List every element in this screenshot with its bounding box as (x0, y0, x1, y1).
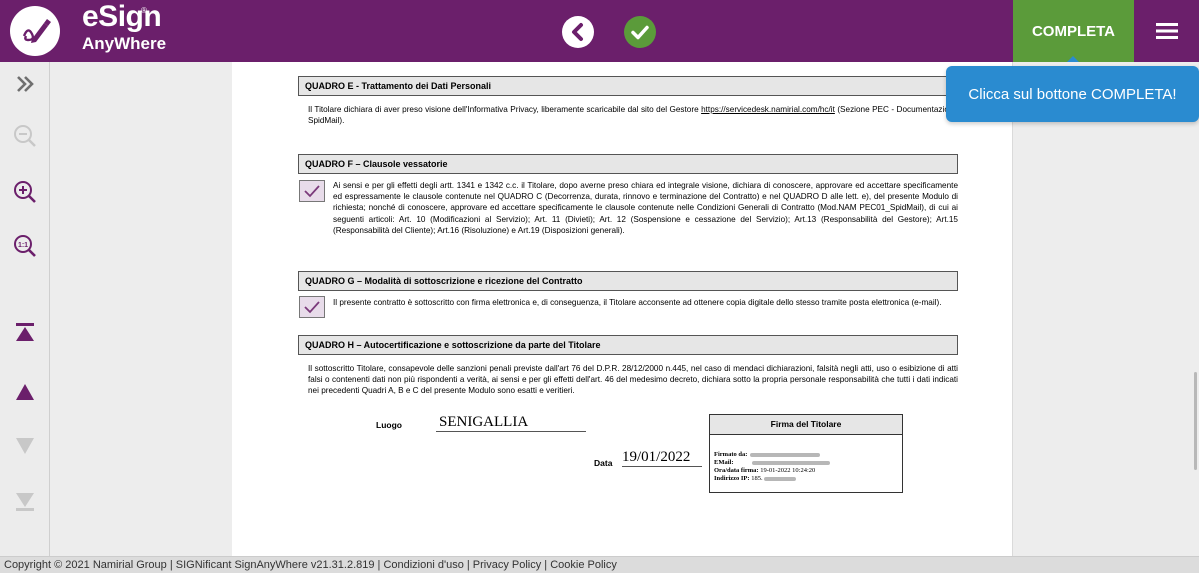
scrollbar-thumb[interactable] (1194, 372, 1197, 470)
redacted-name (750, 452, 821, 457)
logo-registered-mark: ® (141, 6, 147, 15)
section-g-checkbox[interactable] (299, 296, 325, 318)
check-icon (631, 25, 649, 40)
zoom-in-button[interactable] (0, 172, 50, 212)
ip-label: Indirizzo IP: (714, 475, 750, 482)
thumbnail-panel (51, 62, 232, 556)
complete-button[interactable]: COMPLETA (1013, 0, 1134, 62)
section-e-body: Il Titolare dichiara di aver preso visio… (308, 105, 699, 114)
left-toolbar: 1:1 (0, 62, 50, 556)
zoom-out-button[interactable] (0, 116, 50, 156)
complete-tooltip: Clicca sul bottone COMPLETA! (946, 66, 1199, 122)
expand-panel-icon (17, 76, 34, 92)
signature-ip: Indirizzo IP: 185. (714, 475, 796, 482)
privacy-link[interactable]: https://servicedesk.namirial.com/hc/it (701, 105, 835, 114)
section-e-text: Il Titolare dichiara di aver preso visio… (308, 104, 958, 126)
confirm-button[interactable] (624, 16, 656, 48)
back-button[interactable] (562, 16, 594, 48)
expand-panel-button[interactable] (0, 64, 50, 104)
checkmark-icon (304, 301, 320, 314)
ip-value: 185. (751, 475, 763, 482)
data-label: Data (594, 458, 613, 468)
signature-signed-by: Firmato da: (714, 451, 821, 458)
first-page-button[interactable] (0, 312, 50, 352)
zoom-in-icon (14, 181, 36, 203)
redacted-email (751, 460, 830, 465)
zoom-reset-button[interactable]: 1:1 (0, 226, 50, 266)
section-h-header: QUADRO H – Autocertificazione e sottoscr… (298, 335, 958, 355)
signature-email: EMail: (714, 459, 830, 466)
section-f-text: Ai sensi e per gli effetti degli artt. 1… (333, 181, 958, 235)
zoom-reset-icon: 1:1 (14, 235, 36, 257)
hamburger-menu-icon (1155, 23, 1178, 39)
datetime-value: 19-01-2022 10:24:20 (760, 467, 816, 474)
previous-page-icon (16, 384, 34, 400)
data-field: 19/01/2022 (622, 449, 702, 467)
section-f-header: QUADRO F – Clausole vessatorie (298, 154, 958, 174)
logo-title: eSign (82, 0, 162, 33)
signed-by-label: Firmato da: (714, 451, 748, 458)
menu-button[interactable] (1134, 0, 1199, 62)
svg-text:1:1: 1:1 (18, 242, 28, 249)
last-page-button[interactable] (0, 482, 50, 522)
previous-page-button[interactable] (0, 372, 50, 412)
section-g-text: Il presente contratto è sottoscritto con… (333, 298, 942, 307)
checkmark-icon (304, 185, 320, 198)
luogo-field: SENIGALLIA (436, 414, 586, 432)
section-h-text: Il sottoscritto Titolare, consapevole de… (308, 364, 958, 396)
next-page-button[interactable] (0, 426, 50, 466)
next-page-icon (16, 438, 34, 454)
signature-datetime: Ora/data firma: 19-01-2022 10:24:20 (714, 467, 815, 474)
datetime-label: Ora/data firma: (714, 467, 759, 474)
section-f-checkbox[interactable] (299, 180, 325, 202)
signature-title: Firma del Titolare (710, 415, 902, 435)
first-page-icon (16, 323, 34, 341)
document-page: QUADRO E - Trattamento dei Dati Personal… (232, 62, 1012, 556)
chevron-left-icon (572, 23, 583, 41)
signature-box[interactable]: Firma del Titolare Firmato da: EMail: Or… (709, 414, 903, 493)
luogo-label: Luogo (376, 420, 402, 430)
logo-icon (10, 6, 60, 56)
zoom-out-icon (14, 125, 36, 147)
section-e-header: QUADRO E - Trattamento dei Dati Personal… (298, 76, 958, 96)
app-header: eSign ® AnyWhere COMPLETA (0, 0, 1199, 62)
email-label: EMail: (714, 459, 734, 466)
footer: Copyright © 2021 Namirial Group | SIGNif… (0, 556, 1199, 573)
right-panel (1012, 62, 1199, 556)
logo-subtitle: AnyWhere (82, 34, 167, 53)
redacted-ip (763, 476, 796, 481)
last-page-icon (16, 493, 34, 511)
section-g-header: QUADRO G – Modalità di sottoscrizione e … (298, 271, 958, 291)
